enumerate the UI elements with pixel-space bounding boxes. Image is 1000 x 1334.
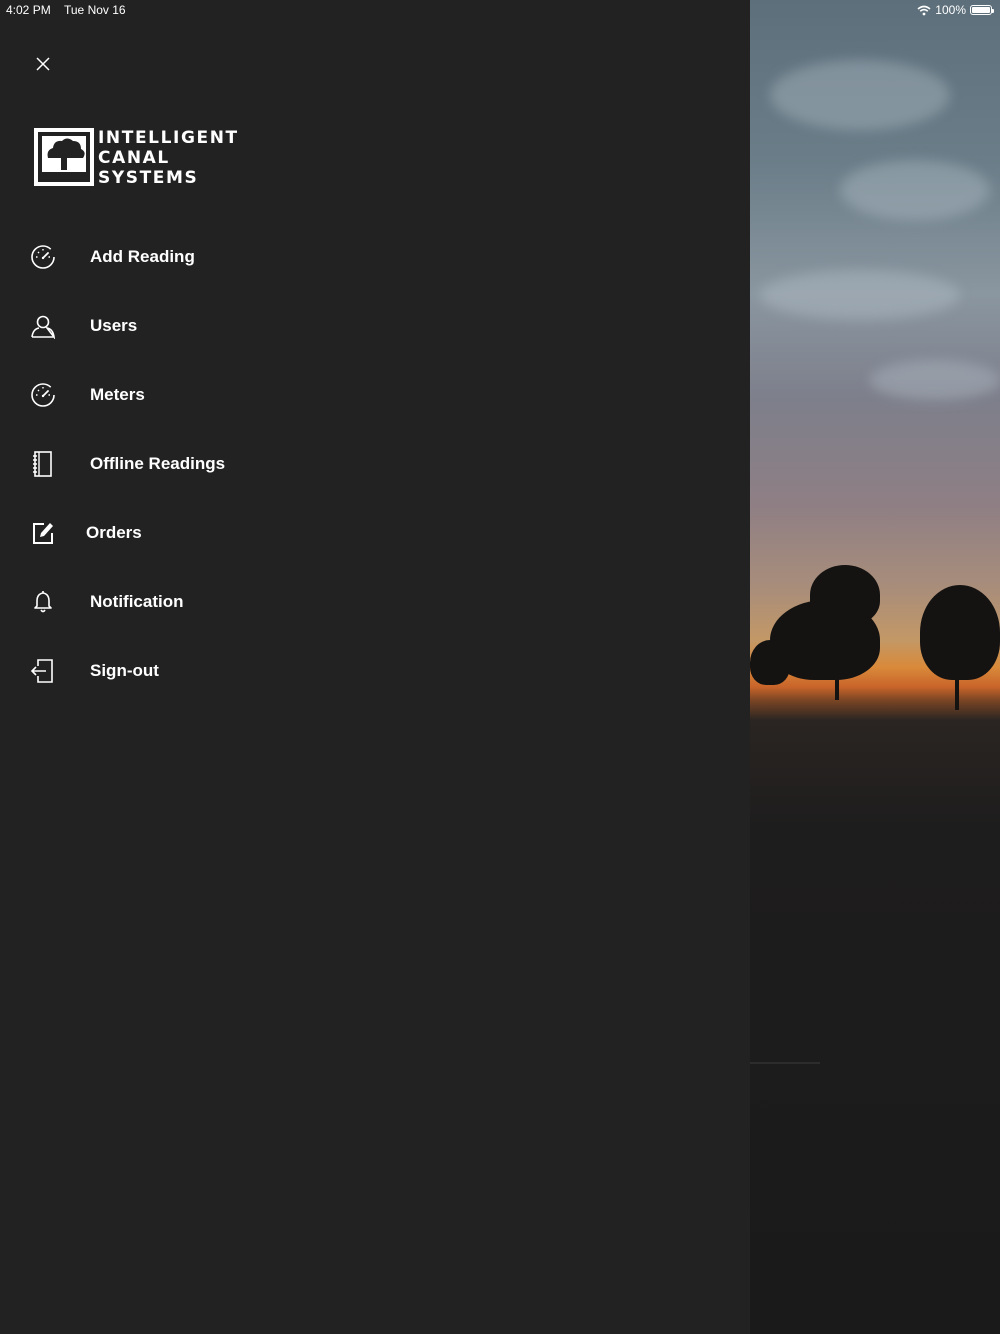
menu-item-orders[interactable]: Orders — [0, 498, 750, 567]
menu-item-sign-out[interactable]: Sign-out — [0, 636, 750, 705]
close-button[interactable] — [28, 49, 58, 79]
wifi-icon — [917, 5, 931, 15]
app-logo: INTELLIGENT CANAL SYSTEMS — [34, 128, 239, 188]
battery-percent: 100% — [935, 3, 966, 17]
menu-item-offline-readings[interactable]: Offline Readings — [0, 429, 750, 498]
menu-label: Add Reading — [90, 246, 195, 266]
user-icon — [28, 311, 58, 341]
logo-line-1: INTELLIGENT — [98, 128, 239, 148]
cloud-shape — [770, 60, 950, 130]
status-time: 4:02 PM — [6, 3, 51, 17]
menu-label: Sign-out — [90, 660, 159, 680]
tree-trunk — [835, 660, 839, 700]
background-photo[interactable] — [750, 0, 1000, 1334]
speedometer-icon — [28, 242, 58, 272]
logo-mark-icon — [34, 128, 94, 186]
logo-text: INTELLIGENT CANAL SYSTEMS — [98, 128, 239, 188]
menu-item-add-reading[interactable]: Add Reading — [0, 222, 750, 291]
menu-label: Users — [90, 315, 138, 335]
bell-icon — [28, 587, 58, 617]
tree-silhouette — [920, 585, 1000, 680]
app-screen: 4:02 PM Tue Nov 16 100% INTELLIGENT CANA… — [0, 0, 1000, 1334]
menu-label: Offline Readings — [90, 453, 226, 473]
menu-label: Notification — [90, 591, 184, 611]
battery-icon — [970, 5, 994, 15]
cloud-shape — [870, 360, 1000, 400]
status-date: Tue Nov 16 — [64, 3, 126, 17]
navigation-drawer: INTELLIGENT CANAL SYSTEMS Add Reading Us… — [0, 0, 750, 1334]
tree-trunk — [955, 660, 959, 710]
cloud-shape — [760, 270, 960, 320]
speedometer-icon — [28, 380, 58, 410]
tree-silhouette — [810, 565, 880, 625]
sign-out-icon — [28, 656, 58, 686]
menu-item-meters[interactable]: Meters — [0, 360, 750, 429]
menu-item-notification[interactable]: Notification — [0, 567, 750, 636]
logo-line-3: SYSTEMS — [98, 168, 199, 188]
tree-silhouette — [750, 640, 790, 685]
menu-label: Meters — [90, 384, 145, 404]
close-icon — [36, 57, 50, 71]
status-right-group: 100% — [917, 3, 994, 17]
menu-label: Orders — [86, 522, 142, 542]
edit-icon — [28, 518, 58, 548]
notebook-icon — [28, 449, 58, 479]
cloud-shape — [840, 160, 990, 220]
ground-mark — [750, 1062, 820, 1064]
logo-line-2: CANAL — [98, 148, 170, 168]
status-bar: 4:02 PM Tue Nov 16 100% — [0, 0, 1000, 20]
menu-item-users[interactable]: Users — [0, 291, 750, 360]
